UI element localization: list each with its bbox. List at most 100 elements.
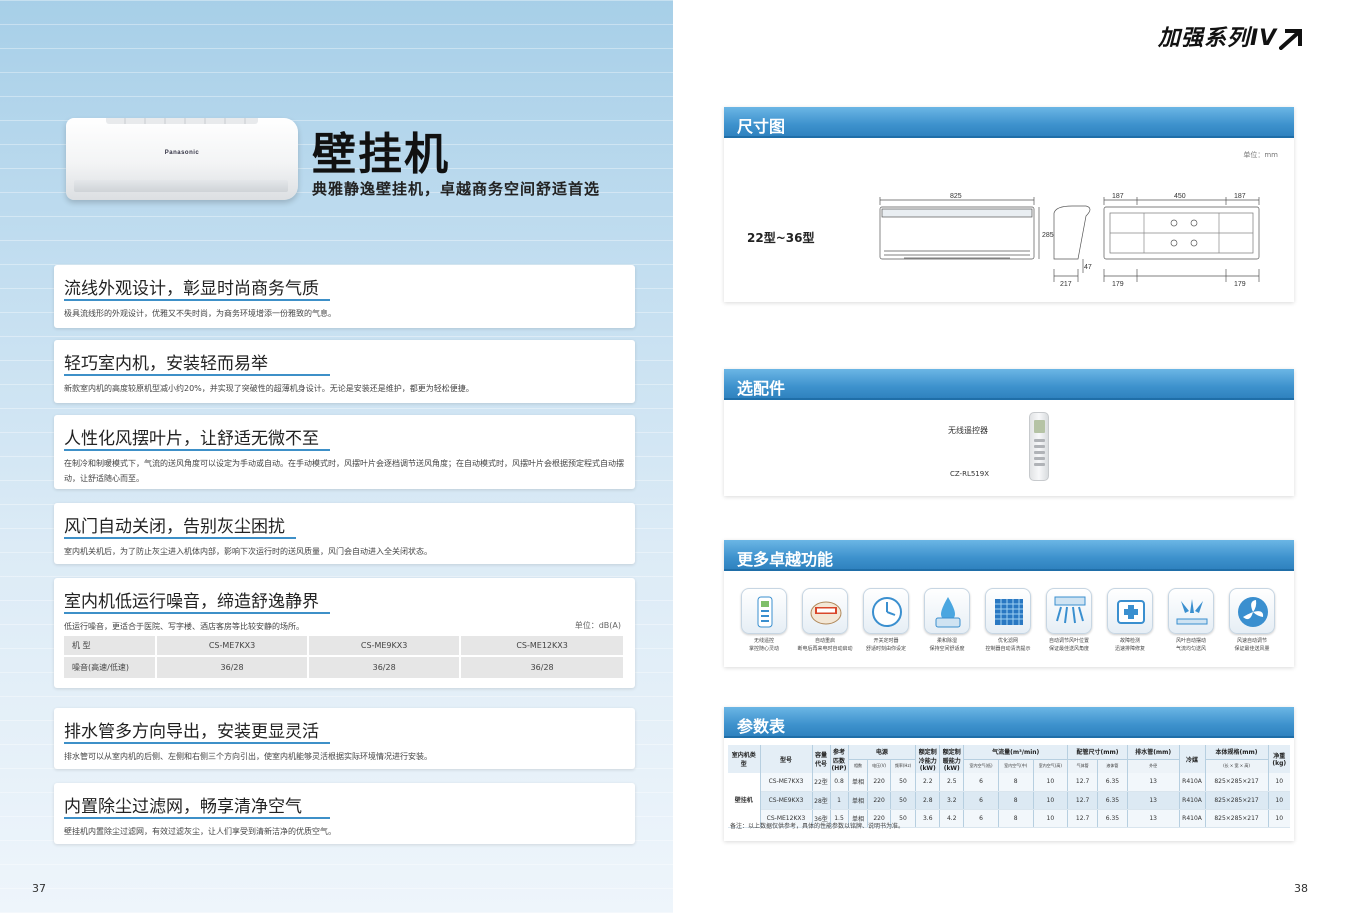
cell-air1: 6 xyxy=(963,809,999,828)
function-label: 无线遥控 掌控随心灵动 xyxy=(748,638,779,652)
dim-top-mid-label: 450 xyxy=(1174,193,1186,200)
header-size-sub: (长 × 宽 × 高) xyxy=(1205,759,1269,773)
function-label: 开关定时器 舒适时刻由你设定 xyxy=(865,638,906,652)
series-arrow-icon xyxy=(1279,29,1303,50)
cell-heat: 4.2 xyxy=(939,809,965,828)
function-item: 自动调节风叶位置 保证最佳送风角度 xyxy=(1039,588,1099,653)
dim-top-left-label: 187 xyxy=(1112,193,1124,200)
function-label: 风叶自动摆动 气流均匀送风 xyxy=(1175,638,1206,652)
header-freq: 频率(Hz) xyxy=(890,759,917,773)
cell-cool: 2.2 xyxy=(915,773,941,792)
cell-refrigerant: R410A xyxy=(1179,809,1206,828)
section-header: 选配件 xyxy=(724,369,1294,400)
cell-model: CS-ME9KX3 xyxy=(760,791,813,810)
cell-phase: 单相 xyxy=(848,791,869,810)
dim-height-label: 285 xyxy=(1042,232,1054,239)
header-pipe: 配管尺寸(mm) xyxy=(1067,745,1128,760)
dim-top-right-label: 187 xyxy=(1234,193,1246,200)
cell-size: 825×285×217 xyxy=(1205,809,1269,828)
header-weight: 净重(kg) xyxy=(1268,745,1290,773)
fan-icon xyxy=(1229,588,1275,634)
feature-desc: 低运行噪音，更适合于医院、写字楼、酒店客房等比较安静的场所。 xyxy=(64,622,304,631)
table-row: 壁挂机 CS-ME7KX3 22型 0.8 单相 220 50 2.2 2.5 … xyxy=(728,773,1290,828)
noise-table: 机 型 CS-ME7KX3 CS-ME9KX3 CS-ME12KX3 噪音(高速… xyxy=(64,636,623,678)
cell-air2: 8 xyxy=(998,809,1034,828)
cell-refrigerant: R410A xyxy=(1179,773,1206,792)
header-heat: 额定制暖能力(kW) xyxy=(939,745,965,773)
feature-title: 内置除尘过滤网，畅享清净空气 xyxy=(64,797,302,817)
filter-icon xyxy=(985,588,1031,634)
section-title: 更多卓越功能 xyxy=(737,550,834,569)
remote-button xyxy=(1034,463,1045,466)
function-item: 风速自动调节 保证最佳送风量 xyxy=(1222,588,1282,653)
function-label: 风速自动调节 保证最佳送风量 xyxy=(1234,638,1270,652)
type-cell: 壁挂机 xyxy=(728,773,761,828)
title-underline xyxy=(64,299,330,301)
ac-top-ridge xyxy=(106,118,258,124)
page-subtitle: 典雅静逸壁挂机，卓越商务空间舒适首选 xyxy=(312,180,601,198)
cell-drain: 13 xyxy=(1127,773,1180,792)
params-panel: 参数表 室内机类型 型号 容量代号 参考匹数(HP) 电源 额定制冷能力(kW)… xyxy=(724,707,1294,841)
cell-air3: 10 xyxy=(1033,809,1069,828)
cell-gas: 12.7 xyxy=(1067,773,1098,792)
feature-card: 风门自动关闭，告别灰尘困扰 室内机关机后，为了防止灰尘进入机体内部，影响下次运行… xyxy=(54,503,635,564)
table-cell: 机 型 xyxy=(64,636,157,657)
dim-left-label: 179 xyxy=(1112,281,1124,288)
remote-icon xyxy=(741,588,787,634)
header-drain-sub: 外径 xyxy=(1127,759,1180,773)
function-item: 风叶自动摆动 气流均匀送风 xyxy=(1161,588,1221,653)
unit-note: 单位：dB(A) xyxy=(574,621,621,630)
dim-small-label: 47 xyxy=(1084,264,1092,271)
table-cell: CS-ME7KX3 xyxy=(157,636,310,657)
feature-title: 人性化风摆叶片，让舒适无微不至 xyxy=(64,429,319,449)
cell-phase: 单相 xyxy=(848,773,869,792)
remote-controller-image xyxy=(1029,412,1049,481)
header-cool: 额定制冷能力(kW) xyxy=(915,745,941,773)
cell-heat: 2.5 xyxy=(939,773,965,792)
section-title: 选配件 xyxy=(737,379,786,398)
timer-icon xyxy=(863,588,909,634)
table-row: CS-ME9KX3 28型 1 单相 220 50 2.8 3.2 6 8 10… xyxy=(728,791,1290,810)
cell-air3: 10 xyxy=(1033,791,1069,810)
table-note: 备注：以上数据仅供参考，具体的性能参数以铭牌、说明书为准。 xyxy=(730,823,905,830)
header-gas: 气体管 xyxy=(1067,759,1098,773)
table-row: 机 型 CS-ME7KX3 CS-ME9KX3 CS-ME12KX3 xyxy=(64,636,623,657)
header-capacity: 容量代号 xyxy=(812,745,831,773)
header-size: 本体规格(mm) xyxy=(1205,745,1269,760)
feature-desc: 在制冷和制暖模式下，气流的送风角度可以设定为手动或自动。在手动模式时，风摆叶片会… xyxy=(64,459,624,483)
cell-air2: 8 xyxy=(998,773,1034,792)
cell-hp: 0.8 xyxy=(830,773,849,792)
feature-card: 内置除尘过滤网，畅享清净空气 壁挂机内置除尘过滤网，有效过滤灰尘，让人们享受到清… xyxy=(54,783,635,844)
remote-screen xyxy=(1034,420,1045,433)
section-header: 参数表 xyxy=(724,707,1294,738)
function-item: 故障检测 迅速排障修复 xyxy=(1100,588,1160,653)
header-type: 室内机类型 xyxy=(728,745,761,773)
dim-depth-label: 217 xyxy=(1060,281,1072,288)
header-refrigerant: 冷媒 xyxy=(1179,745,1206,773)
cell-liquid: 6.35 xyxy=(1097,809,1128,828)
dim-width-label: 825 xyxy=(950,193,962,200)
table-cell: CS-ME12KX3 xyxy=(461,636,623,657)
section-header: 更多卓越功能 xyxy=(724,540,1294,571)
feature-title: 室内机低运行噪音，缔造舒逸静界 xyxy=(64,592,319,612)
feature-desc: 极具流线形的外观设计，优雅又不失时尚，为商务环境增添一份雅致的气息。 xyxy=(64,309,336,318)
header-airflow: 气流量(m³/min) xyxy=(963,745,1069,760)
functions-panel: 更多卓越功能 无线遥控 掌控随心灵动 自动重启 断电后再来电时自动启动 开关定时… xyxy=(724,540,1294,667)
function-label: 优化滤网 控制器自动清洗提示 xyxy=(985,638,1031,652)
title-underline xyxy=(64,817,330,819)
header-phase: 相数 xyxy=(848,759,869,773)
accessory-panel: 选配件 无线遥控器 CZ-RL519X xyxy=(724,369,1294,496)
cell-capacity: 22型 xyxy=(812,773,831,792)
function-label: 故障检测 迅速排障修复 xyxy=(1114,638,1145,652)
page-number: 37 xyxy=(32,882,46,895)
params-table: 室内机类型 型号 容量代号 参考匹数(HP) 电源 额定制冷能力(kW) 额定制… xyxy=(728,745,1290,828)
title-underline xyxy=(64,537,296,539)
series-title: 加强系列IV xyxy=(1158,20,1305,52)
header-air1: 室内空气(低) xyxy=(963,759,999,773)
header-drain: 排水管(mm) xyxy=(1127,745,1180,760)
cell-voltage: 220 xyxy=(867,791,891,810)
cell-model: CS-ME7KX3 xyxy=(760,773,813,792)
cell-weight: 10 xyxy=(1268,791,1290,810)
header-air2: 室内空气(中) xyxy=(998,759,1034,773)
cell-drain: 13 xyxy=(1127,809,1180,828)
